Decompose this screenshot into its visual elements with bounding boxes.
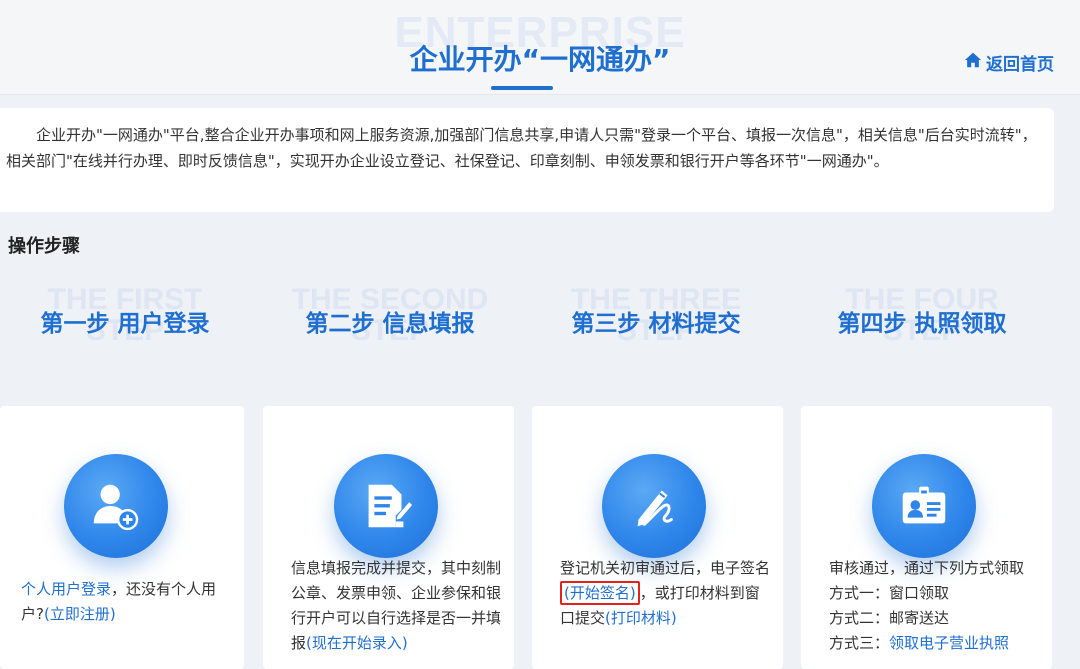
back-home-label: 返回首页 bbox=[986, 55, 1054, 75]
submit-text: 登记机关初审通过后，电子签名(开始签名) ，或打印材料到窗口提交(打印材料) bbox=[560, 556, 770, 631]
step-title: 第三步 材料提交 bbox=[571, 311, 741, 337]
id-card-icon bbox=[872, 454, 976, 558]
license-line-3: 方式二：邮寄送达 bbox=[829, 609, 950, 627]
intro-text: 企业开办"一网通办"平台,整合企业开办事项和网上服务资源,加强部门信息共享,申请… bbox=[6, 126, 1037, 170]
step-card-login: 个人用户登录，还没有个人用户?(立即注册) bbox=[0, 406, 244, 669]
print-materials-link[interactable]: (打印材料) bbox=[605, 609, 677, 627]
step-heading-2: THE SECOND STEP 第二步 信息填报 bbox=[265, 284, 515, 370]
start-input-link[interactable]: (现在开始录入) bbox=[306, 634, 408, 652]
step-card-submit: 登记机关初审通过后，电子签名(开始签名) ，或打印材料到窗口提交(打印材料) bbox=[532, 406, 783, 669]
fill-text: 信息填报完成并提交，其中刻制公章、发票申领、企业参保和银行开户可以自行选择是否一… bbox=[291, 556, 501, 656]
page-title: 企业开办“一网通办” bbox=[409, 43, 671, 76]
license-line-4-prefix: 方式三： bbox=[829, 634, 890, 652]
license-line-4: 方式三：领取电子营业执照 bbox=[829, 631, 1044, 656]
user-add-icon[interactable] bbox=[64, 454, 168, 558]
page-header: ENTERPRISE 企业开办“一网通办” 返回首页 bbox=[0, 0, 1080, 95]
step-heading-1: THE FIRST STEP 第一步 用户登录 bbox=[0, 284, 250, 370]
pen-sign-icon bbox=[602, 454, 706, 558]
start-sign-link[interactable]: (开始签名) bbox=[560, 581, 640, 605]
license-line-2: 方式一：窗口领取 bbox=[829, 584, 950, 602]
title-underline bbox=[491, 86, 553, 90]
document-edit-icon bbox=[334, 454, 438, 558]
step-heading-3: THE THREE STEP 第三步 材料提交 bbox=[531, 284, 781, 370]
back-home-link[interactable]: 返回首页 bbox=[964, 50, 1054, 75]
step-heading-4: THE FOUR STEP 第四步 执照领取 bbox=[797, 284, 1047, 370]
login-text: 个人用户登录，还没有个人用户?(立即注册) bbox=[21, 577, 231, 627]
step-title: 第二步 信息填报 bbox=[305, 311, 475, 337]
submit-description-a: 登记机关初审通过后，电子签名 bbox=[560, 559, 771, 577]
steps-heading: 操作步骤 bbox=[8, 236, 80, 257]
step-title: 第一步 用户登录 bbox=[40, 311, 210, 337]
step-title: 第四步 执照领取 bbox=[837, 311, 1007, 337]
e-license-link[interactable]: 领取电子营业执照 bbox=[889, 634, 1009, 652]
step-card-license: 审核通过，通过下列方式领取 方式一：窗口领取 方式二：邮寄送达 方式三：领取电子… bbox=[801, 406, 1052, 669]
license-text: 审核通过，通过下列方式领取 方式一：窗口领取 方式二：邮寄送达 方式三：领取电子… bbox=[829, 556, 1044, 656]
home-icon bbox=[964, 51, 982, 74]
personal-login-link[interactable]: 个人用户登录 bbox=[21, 580, 111, 598]
license-line-1: 审核通过，通过下列方式领取 bbox=[829, 559, 1025, 577]
intro-panel: 企业开办"一网通办"平台,整合企业开办事项和网上服务资源,加强部门信息共享,申请… bbox=[0, 108, 1054, 212]
register-link[interactable]: (立即注册) bbox=[44, 605, 116, 623]
step-card-fill: 信息填报完成并提交，其中刻制公章、发票申领、企业参保和银行开户可以自行选择是否一… bbox=[263, 406, 514, 669]
